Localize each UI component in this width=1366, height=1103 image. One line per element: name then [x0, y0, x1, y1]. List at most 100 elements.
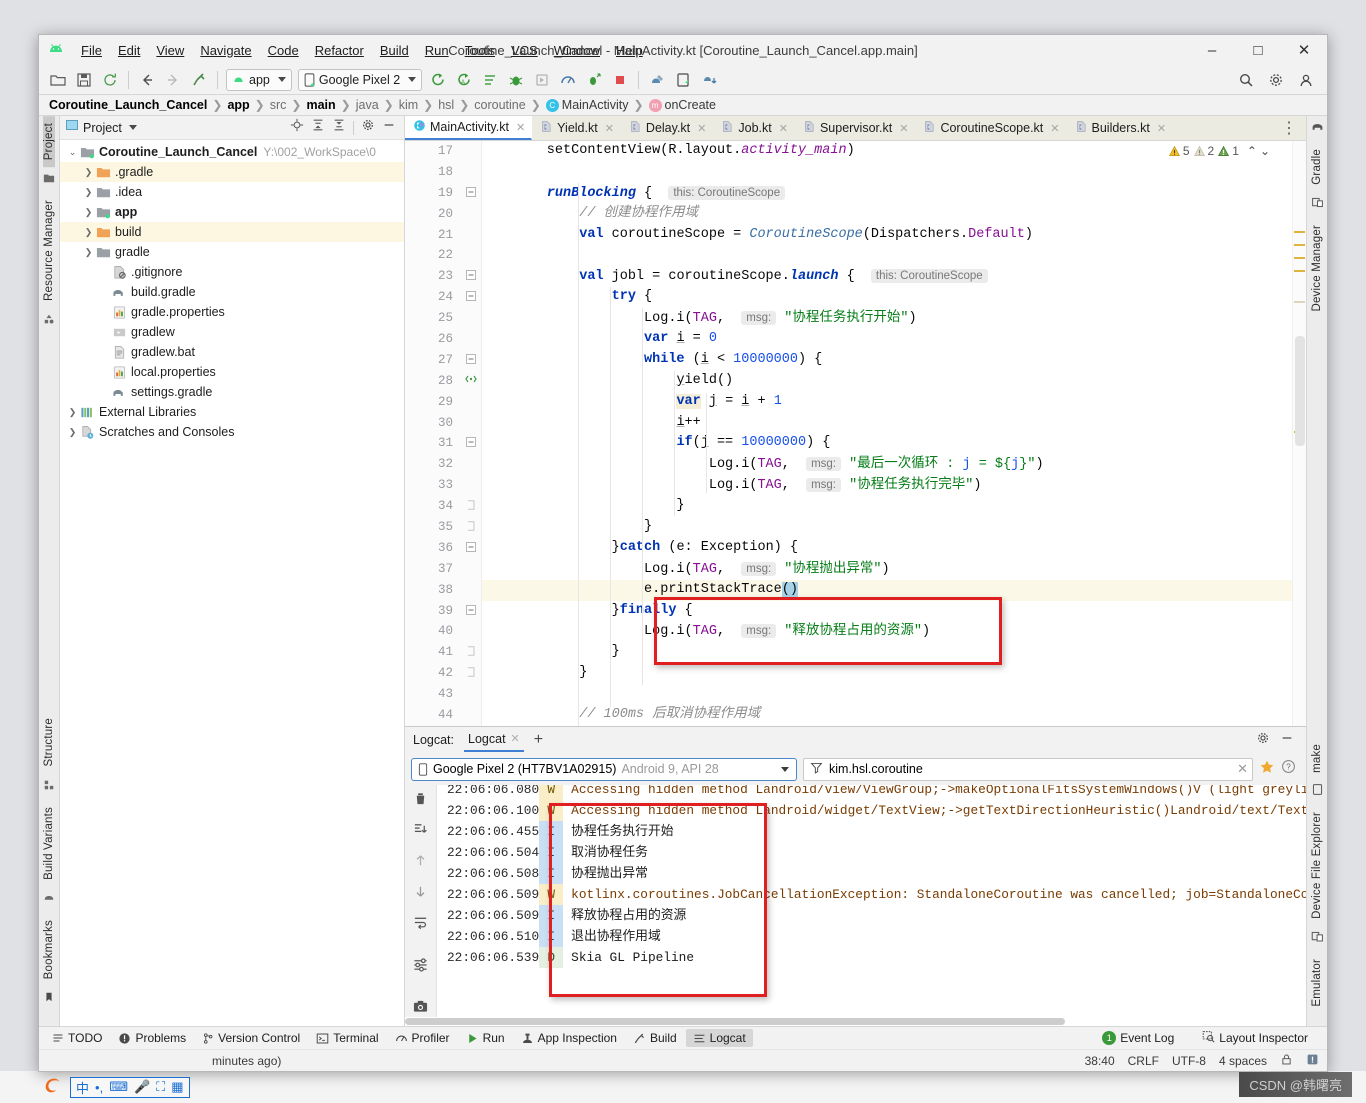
ime-keyboard-icon[interactable]: ⌨ [109, 1079, 128, 1095]
close-tab-icon[interactable]: ✕ [779, 122, 788, 135]
close-tab-icon[interactable]: ✕ [899, 122, 908, 135]
tool-button-problems[interactable]: Problems [111, 1029, 193, 1047]
breadcrumb-item-src[interactable]: src [270, 98, 287, 112]
avd-manager-icon[interactable] [671, 68, 695, 92]
scroll-to-end-icon[interactable] [413, 822, 428, 842]
breadcrumb-item-coroutine[interactable]: coroutine [474, 98, 525, 112]
sidebar-item-device-manager[interactable]: Device Manager [1311, 218, 1323, 319]
tool-button-profiler[interactable]: Profiler [388, 1029, 457, 1047]
breadcrumb-item-class[interactable]: MainActivity [562, 98, 629, 112]
tree-expand-arrow[interactable]: ❯ [66, 407, 79, 418]
breadcrumb-item-method[interactable]: onCreate [665, 98, 716, 112]
close-icon[interactable]: ✕ [511, 732, 520, 745]
notifications-icon[interactable] [1306, 1053, 1319, 1069]
forward-icon[interactable] [161, 68, 185, 92]
sidebar-item-structure[interactable]: Structure [43, 711, 55, 773]
editor-tab-supervisor-kt[interactable]: Supervisor.kt ✕ [795, 116, 915, 140]
line-separator[interactable]: CRLF [1128, 1054, 1159, 1068]
ime-screenshot-icon[interactable]: ⛶ [156, 1079, 165, 1095]
tree-node-gradle[interactable]: ❯ gradle [60, 242, 404, 262]
previous-occurrence-icon[interactable] [413, 853, 428, 873]
screenshot-icon[interactable] [413, 999, 428, 1019]
logcat-horizontal-scrollbar[interactable] [405, 1017, 1306, 1026]
fold-marker[interactable] [460, 663, 481, 684]
tree-node--gradle[interactable]: ❯ .gradle [60, 162, 404, 182]
ime-status-box[interactable]: 中 •, ⌨ 🎤 ⛶ ▦ [70, 1076, 190, 1098]
expand-all-icon[interactable] [311, 118, 325, 137]
tool-button-version-control[interactable]: Version Control [195, 1029, 307, 1047]
fold-marker[interactable] [460, 433, 481, 454]
editor-marker-strip[interactable] [1292, 141, 1306, 726]
account-icon[interactable] [1294, 68, 1318, 92]
search-icon[interactable] [1234, 68, 1258, 92]
collapse-all-icon[interactable] [332, 118, 346, 137]
soft-wrap-icon[interactable] [413, 915, 428, 935]
tool-button-terminal[interactable]: Terminal [309, 1029, 385, 1047]
logcat-row[interactable]: 22:06:06.508 I 协程抛出异常 [437, 863, 1306, 884]
apply-changes-icon[interactable]: A [452, 68, 476, 92]
logcat-query-input[interactable]: kim.hsl.coroutine ✕ [803, 757, 1253, 781]
tree-expand-arrow[interactable]: ❯ [82, 207, 95, 218]
sidebar-item-build-variants[interactable]: Build Variants [43, 800, 55, 887]
sidebar-item-gradle[interactable]: Gradle [1311, 142, 1323, 192]
logcat-row[interactable]: 22:06:06.455 I 协程任务执行开始 [437, 821, 1306, 842]
sidebar-item-device-file-explorer[interactable]: Device File Explorer [1311, 805, 1323, 926]
clear-query-icon[interactable]: ✕ [1237, 761, 1248, 777]
ime-punctuation-icon[interactable]: •, [95, 1080, 103, 1095]
gear-icon[interactable] [1264, 68, 1288, 92]
logcat-row[interactable]: 22:06:06.509 I 释放协程占用的资源 [437, 905, 1306, 926]
tree-node-local-properties[interactable]: local.properties [60, 362, 404, 382]
breadcrumb-item-kim[interactable]: kim [399, 98, 418, 112]
editor-tab-coroutinescope-kt[interactable]: CoroutineScope.kt ✕ [915, 116, 1066, 140]
fold-marker[interactable] [460, 183, 481, 204]
menu-edit[interactable]: Edit [110, 40, 148, 61]
close-tab-icon[interactable]: ✕ [516, 121, 525, 134]
tree-node-gradle-properties[interactable]: gradle.properties [60, 302, 404, 322]
tree-node-build-gradle[interactable]: build.gradle [60, 282, 404, 302]
editor-tab-yield-kt[interactable]: Yield.kt ✕ [532, 116, 621, 140]
sidebar-item-project[interactable]: Project [43, 116, 55, 168]
ime-voice-icon[interactable]: 🎤 [134, 1079, 150, 1095]
tree-node-build[interactable]: ❯ build [60, 222, 404, 242]
breadcrumb-item-main[interactable]: main [306, 98, 335, 112]
logcat-tab[interactable]: Logcat ✕ [464, 729, 524, 752]
breadcrumb-item-hsl[interactable]: hsl [438, 98, 454, 112]
editor-tab-delay-kt[interactable]: Delay.kt ✕ [621, 116, 713, 140]
apply-code-changes-icon[interactable] [478, 68, 502, 92]
lock-icon[interactable] [1280, 1053, 1293, 1069]
sogou-logo-icon[interactable] [42, 1074, 64, 1101]
editor-tab-mainactivity-kt[interactable]: MainActivity.kt ✕ [405, 116, 533, 140]
clear-logcat-icon[interactable] [413, 791, 428, 811]
tree-node-coroutine_launch_cancel[interactable]: ⌄ Coroutine_Launch_Cancel Y:\002_WorkSpace… [60, 142, 404, 162]
tree-expand-arrow[interactable]: ❯ [66, 427, 79, 438]
logcat-scroll-thumb[interactable] [405, 1018, 1065, 1025]
menu-navigate[interactable]: Navigate [192, 40, 259, 61]
tree-expand-arrow[interactable]: ⌄ [66, 147, 79, 158]
menu-file[interactable]: File [73, 40, 110, 61]
attach-debugger-icon[interactable] [530, 68, 554, 92]
breadcrumb-item-app[interactable]: app [227, 98, 249, 112]
fold-marker[interactable] [460, 350, 481, 371]
run-configuration-selector[interactable]: app [226, 68, 292, 91]
close-button[interactable]: ✕ [1281, 35, 1327, 65]
file-encoding[interactable]: UTF-8 [1172, 1054, 1206, 1068]
add-logcat-tab-button[interactable]: + [534, 731, 543, 749]
stop-icon[interactable] [608, 68, 632, 92]
editor-tab-job-kt[interactable]: Job.kt ✕ [713, 116, 795, 140]
sidebar-item-emulator[interactable]: Emulator [1311, 952, 1323, 1014]
locate-file-icon[interactable] [290, 118, 304, 137]
inspection-widget[interactable]: 5 2 1 ⌃ ⌄ [1168, 144, 1270, 158]
menu-code[interactable]: Code [260, 40, 307, 61]
fold-marker[interactable] [460, 496, 481, 517]
tool-button-run[interactable]: Run [459, 1029, 512, 1047]
tree-node-settings-gradle[interactable]: settings.gradle [60, 382, 404, 402]
tool-button-layout-inspector[interactable]: Layout Inspector [1195, 1028, 1315, 1048]
sidebar-item-resource-manager[interactable]: Resource Manager [43, 193, 55, 308]
tree-expand-arrow[interactable]: ❯ [82, 227, 95, 238]
tree-node-gradlew[interactable]: gradlew [60, 322, 404, 342]
close-tab-icon[interactable]: ✕ [605, 122, 614, 135]
tree-node--gitignore[interactable]: .gitignore [60, 262, 404, 282]
tree-expand-arrow[interactable]: ❯ [82, 247, 95, 258]
minimize-button[interactable]: – [1189, 35, 1235, 65]
logcat-hide-icon[interactable] [1280, 731, 1294, 750]
